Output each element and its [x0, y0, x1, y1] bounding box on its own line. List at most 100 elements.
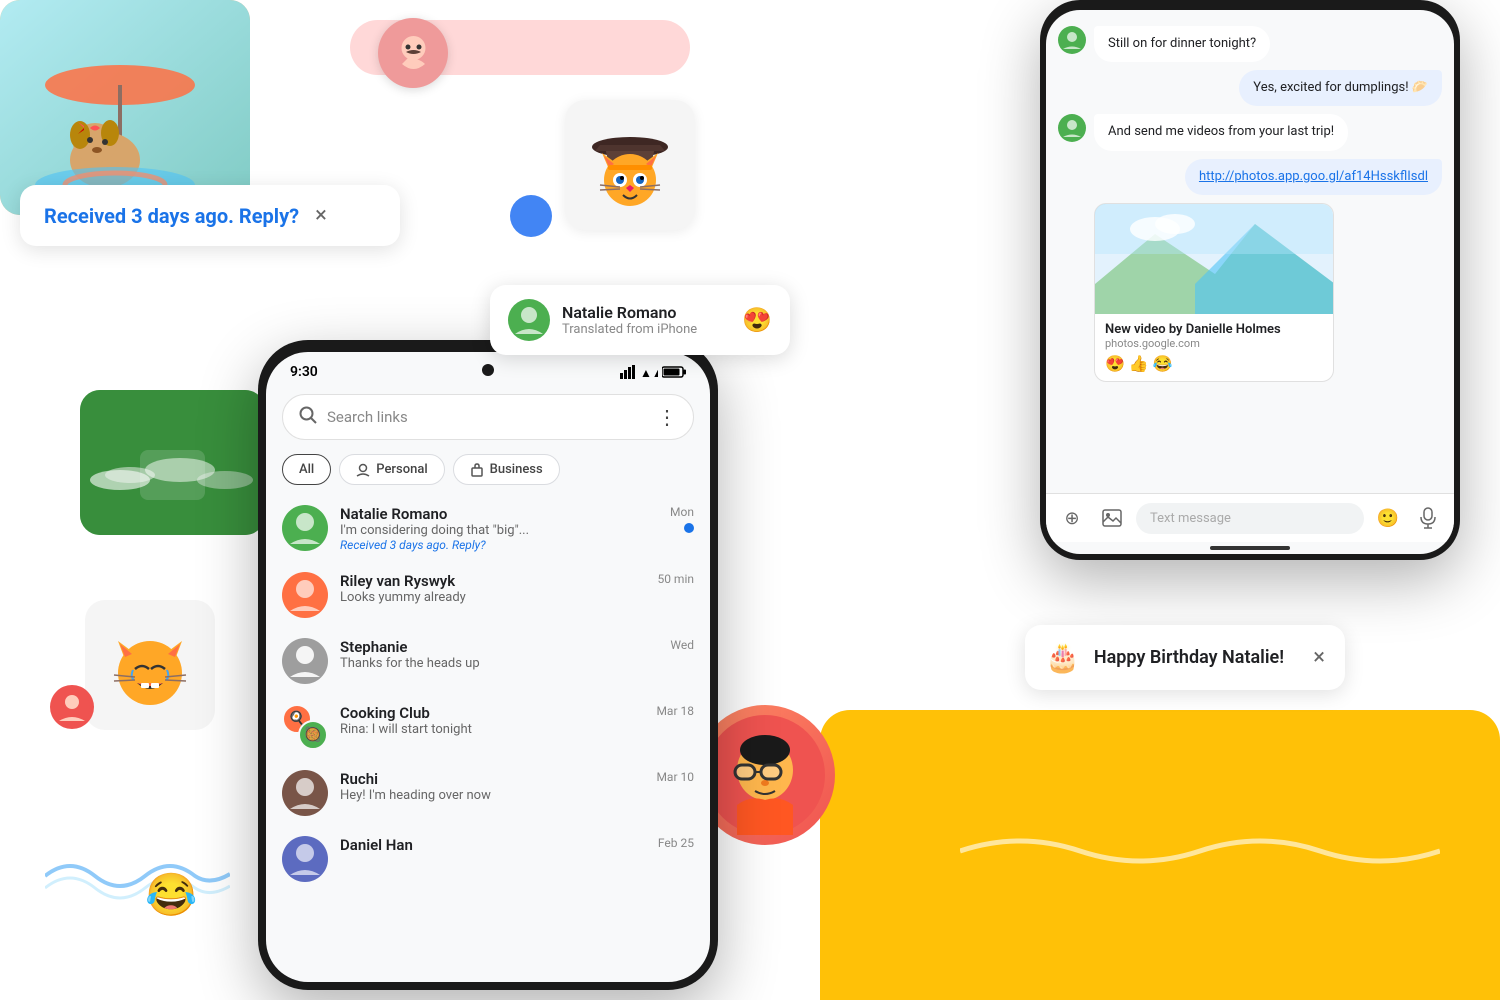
laugh-emoji-decoration: 😂	[145, 871, 197, 920]
contact-item-natalie[interactable]: Natalie Romano I'm considering doing tha…	[266, 495, 710, 562]
chat-input-placeholder: Text message	[1150, 511, 1231, 526]
contact-info-ruchi: Ruchi Hey! I'm heading over now	[340, 770, 644, 803]
blue-dot-decoration	[510, 195, 552, 237]
contact-meta-ruchi: Mar 10	[656, 770, 694, 784]
status-time: 9:30	[290, 364, 318, 380]
phone-notch	[482, 364, 494, 376]
contact-name-daniel: Daniel Han	[340, 836, 646, 854]
chat-messages-area: Still on for dinner tonight? Yes, excite…	[1046, 10, 1454, 493]
tab-all-label: All	[299, 462, 314, 477]
contact-name-ruchi: Ruchi	[340, 770, 644, 788]
message-3: And send me videos from your last trip!	[1058, 114, 1442, 150]
contact-avatar-riley	[282, 572, 328, 618]
contact-time-ruchi: Mar 10	[656, 770, 694, 784]
message-link-bubble: http://photos.app.goo.gl/af14HsskflIsdl	[1185, 159, 1442, 195]
mic-button[interactable]	[1412, 502, 1444, 534]
search-placeholder-text: Search links	[327, 408, 647, 426]
contact-time-daniel: Feb 25	[658, 836, 694, 850]
media-card: New video by Danielle Holmes photos.goog…	[1094, 203, 1334, 382]
chat-text-input[interactable]: Text message	[1136, 503, 1364, 534]
contact-name-natalie: Natalie Romano	[340, 505, 658, 523]
message-bubble-3: And send me videos from your last trip!	[1094, 114, 1348, 150]
contact-item-riley[interactable]: Riley van Ryswyk Looks yummy already 50 …	[266, 562, 710, 628]
contact-name-riley: Riley van Ryswyk	[340, 572, 645, 590]
small-avatar-left	[50, 685, 94, 729]
cat-laugh-sticker	[85, 600, 215, 730]
search-bar[interactable]: Search links ⋮	[282, 394, 694, 440]
attachment-button[interactable]	[1096, 502, 1128, 534]
tab-business-label: Business	[490, 462, 543, 477]
svg-text:▲▲: ▲▲	[640, 366, 658, 379]
tab-personal-label: Personal	[376, 462, 427, 477]
chat-link-text: http://photos.app.goo.gl/af14HsskflIsdl	[1199, 169, 1428, 184]
contact-meta-riley: 50 min	[657, 572, 694, 586]
contact-info-stephanie: Stephanie Thanks for the heads up	[340, 638, 658, 671]
contact-item-cooking-club[interactable]: 🍳 🥘 Cooking Club Rina: I will start toni…	[266, 694, 710, 760]
attachment-icon	[1101, 507, 1123, 529]
birthday-card-close[interactable]: ×	[1313, 645, 1325, 670]
contact-name-cooking-club: Cooking Club	[340, 704, 644, 722]
media-card-reactions: 😍 👍 😂	[1105, 354, 1323, 373]
cat-cowboy-sticker	[565, 100, 695, 230]
right-phone-frame: Still on for dinner tonight? Yes, excite…	[1040, 0, 1460, 560]
contact-avatar-cooking-club: 🍳 🥘	[282, 704, 328, 750]
contact-info-natalie: Natalie Romano I'm considering doing tha…	[340, 505, 658, 552]
battery-icon	[662, 366, 686, 378]
chat-sender-avatar-3	[1058, 114, 1086, 142]
business-icon	[470, 463, 484, 477]
contact-meta-cooking-club: Mar 18	[656, 704, 694, 718]
message-bubble-1: Still on for dinner tonight?	[1094, 26, 1270, 62]
contact-info-daniel: Daniel Han	[340, 836, 646, 854]
more-options-icon[interactable]: ⋮	[657, 405, 677, 429]
received-card-close[interactable]: ×	[315, 203, 327, 228]
birthday-card-text: Happy Birthday Natalie!	[1094, 647, 1299, 668]
add-button[interactable]: ⊕	[1056, 502, 1088, 534]
home-indicator	[1210, 546, 1290, 550]
chat-input-bar: ⊕ Text message 🙂	[1046, 493, 1454, 542]
media-card-image	[1095, 204, 1333, 314]
green-media-area: ▶	[80, 390, 265, 535]
lte-icon: ▲▲	[640, 365, 658, 379]
tab-business[interactable]: Business	[453, 454, 560, 485]
contact-item-daniel[interactable]: Daniel Han Feb 25	[266, 826, 710, 892]
contact-info-riley: Riley van Ryswyk Looks yummy already	[340, 572, 645, 605]
contact-preview-riley: Looks yummy already	[340, 590, 645, 605]
tab-personal[interactable]: Personal	[339, 454, 444, 485]
contact-preview-cooking-club: Rina: I will start tonight	[340, 722, 644, 737]
search-icon	[299, 406, 317, 428]
contact-info-cooking-club: Cooking Club Rina: I will start tonight	[340, 704, 644, 737]
reaction-love: 😍	[1105, 354, 1125, 373]
contact-name-stephanie: Stephanie	[340, 638, 658, 656]
unread-indicator-natalie	[684, 523, 694, 533]
contact-reply-prompt-natalie: Received 3 days ago. Reply?	[340, 538, 658, 552]
message-1: Still on for dinner tonight?	[1058, 26, 1442, 62]
filter-tabs-container: All Personal Business	[266, 448, 710, 491]
contact-list: Natalie Romano I'm considering doing tha…	[266, 491, 710, 896]
contact-time-natalie: Mon	[670, 505, 694, 519]
personal-icon	[356, 463, 370, 477]
contact-meta-daniel: Feb 25	[658, 836, 694, 850]
received-reply-card: Received 3 days ago. Reply? ×	[20, 185, 400, 246]
contact-avatar-ruchi	[282, 770, 328, 816]
avatar-top-person	[378, 18, 448, 88]
emoji-button[interactable]: 🙂	[1372, 502, 1404, 534]
mic-icon	[1418, 507, 1438, 529]
contact-card-name: Natalie Romano	[562, 303, 730, 322]
contact-card-info: Natalie Romano Translated from iPhone	[562, 303, 730, 337]
message-link: http://photos.app.goo.gl/af14HsskflIsdl	[1058, 159, 1442, 195]
yellow-wave-decoration	[960, 826, 1440, 880]
contact-item-stephanie[interactable]: Stephanie Thanks for the heads up Wed	[266, 628, 710, 694]
main-phone-frame: 9:30 ▲▲	[258, 340, 718, 990]
contact-time-stephanie: Wed	[670, 638, 694, 652]
contact-card-subtitle: Translated from iPhone	[562, 322, 730, 337]
message-bubble-2: Yes, excited for dumplings! 🥟	[1239, 70, 1442, 106]
tab-all[interactable]: All	[282, 454, 331, 485]
contact-preview-natalie: I'm considering doing that "big"...	[340, 523, 658, 538]
status-icons: ▲▲	[620, 365, 686, 379]
birthday-card: 🎂 Happy Birthday Natalie! ×	[1025, 625, 1345, 690]
right-phone-screen: Still on for dinner tonight? Yes, excite…	[1046, 10, 1454, 554]
birthday-card-icon: 🎂	[1045, 641, 1080, 674]
contact-avatar-daniel	[282, 836, 328, 882]
contact-item-ruchi[interactable]: Ruchi Hey! I'm heading over now Mar 10	[266, 760, 710, 826]
main-phone-screen: 9:30 ▲▲	[266, 352, 710, 982]
